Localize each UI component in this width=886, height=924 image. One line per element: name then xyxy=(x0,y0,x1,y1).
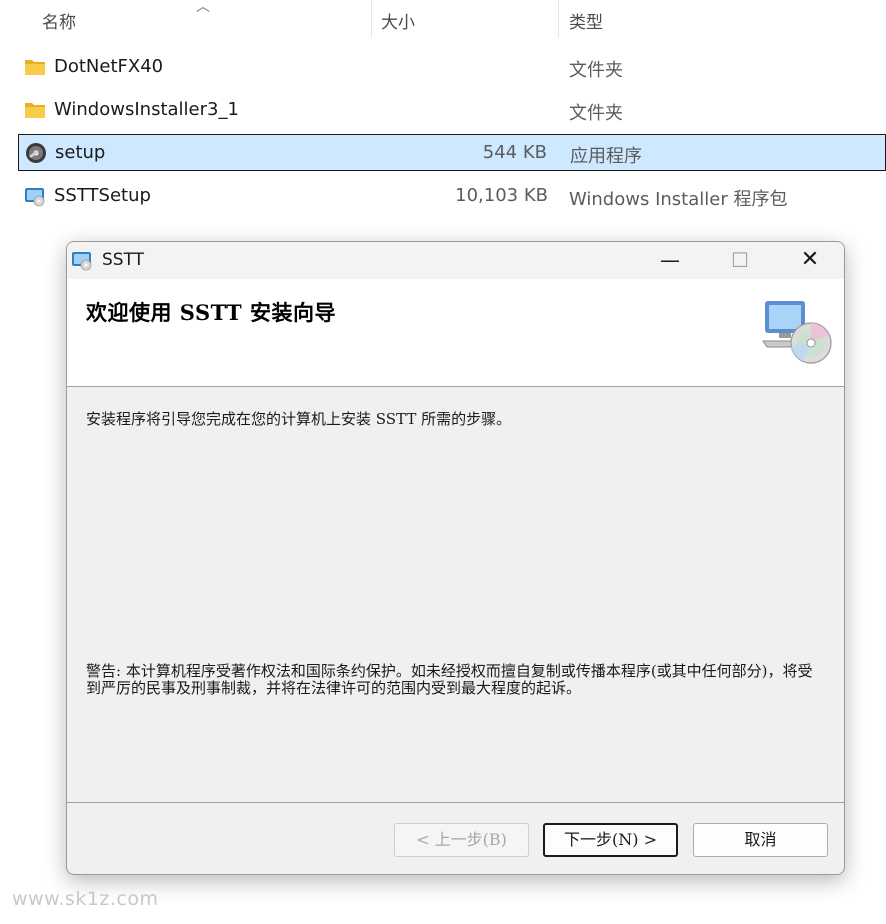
folder-icon xyxy=(25,103,45,118)
computer-cd-icon xyxy=(762,301,832,364)
column-header-type[interactable]: 类型 xyxy=(569,8,603,33)
dialog-titlebar[interactable]: SSTT — ☐ ✕ xyxy=(67,242,844,279)
file-type: 应用程序 xyxy=(570,146,642,167)
msi-package-icon xyxy=(25,188,45,207)
file-row-ssttsetup[interactable]: SSTTSetup 10,103 KB Windows Installer 程序… xyxy=(18,178,886,215)
file-name: WindowsInstaller3_1 xyxy=(54,99,239,120)
close-button[interactable]: ✕ xyxy=(775,242,844,279)
watermark-text: www.sk1z.com xyxy=(12,888,159,910)
setup-exe-icon xyxy=(26,143,46,163)
back-button[interactable]: < 上一步(B) xyxy=(394,823,529,857)
dialog-title: SSTT xyxy=(102,250,145,270)
file-name: SSTTSetup xyxy=(54,185,151,206)
copyright-warning: 警告: 本计算机程序受著作权法和国际条约保护。如未经授权而擅自复制或传播本程序(… xyxy=(86,662,813,697)
sort-caret-icon: ︿ xyxy=(196,0,210,15)
file-row-dotnetfx40[interactable]: DotNetFX40 文件夹 xyxy=(18,49,886,86)
wizard-banner: 欢迎使用 SSTT 安装向导 xyxy=(67,279,844,387)
file-size: 10,103 KB xyxy=(455,185,548,206)
file-type: 文件夹 xyxy=(569,60,623,81)
maximize-button[interactable]: ☐ xyxy=(705,242,775,279)
file-size: 544 KB xyxy=(482,142,547,163)
column-header-size[interactable]: 大小 xyxy=(381,8,415,33)
column-header-name[interactable]: 名称 xyxy=(42,8,76,33)
next-button[interactable]: 下一步(N) > xyxy=(543,823,678,857)
wizard-description: 安装程序将引导您完成在您的计算机上安装 SSTT 所需的步骤。 xyxy=(86,410,512,428)
installer-dialog: SSTT — ☐ ✕ 欢迎使用 SSTT 安装向导 安装程序将引导您完成在您的计… xyxy=(66,241,845,875)
column-divider[interactable] xyxy=(371,0,372,38)
file-row-windowsinstaller3-1[interactable]: WindowsInstaller3_1 文件夹 xyxy=(18,92,886,129)
footer-divider xyxy=(67,802,844,803)
column-divider[interactable] xyxy=(558,0,559,38)
column-header-bar: ︿ 名称 大小 类型 xyxy=(0,0,886,40)
installer-app-icon xyxy=(72,252,92,271)
file-type: Windows Installer 程序包 xyxy=(569,189,788,210)
cancel-button[interactable]: 取消 xyxy=(693,823,828,857)
minimize-button[interactable]: — xyxy=(635,242,705,279)
folder-icon xyxy=(25,60,45,75)
wizard-heading: 欢迎使用 SSTT 安装向导 xyxy=(86,300,336,325)
file-name: DotNetFX40 xyxy=(54,56,164,77)
file-type: 文件夹 xyxy=(569,103,623,124)
file-row-setup[interactable]: setup 544 KB 应用程序 xyxy=(18,134,886,171)
file-name: setup xyxy=(55,142,106,163)
